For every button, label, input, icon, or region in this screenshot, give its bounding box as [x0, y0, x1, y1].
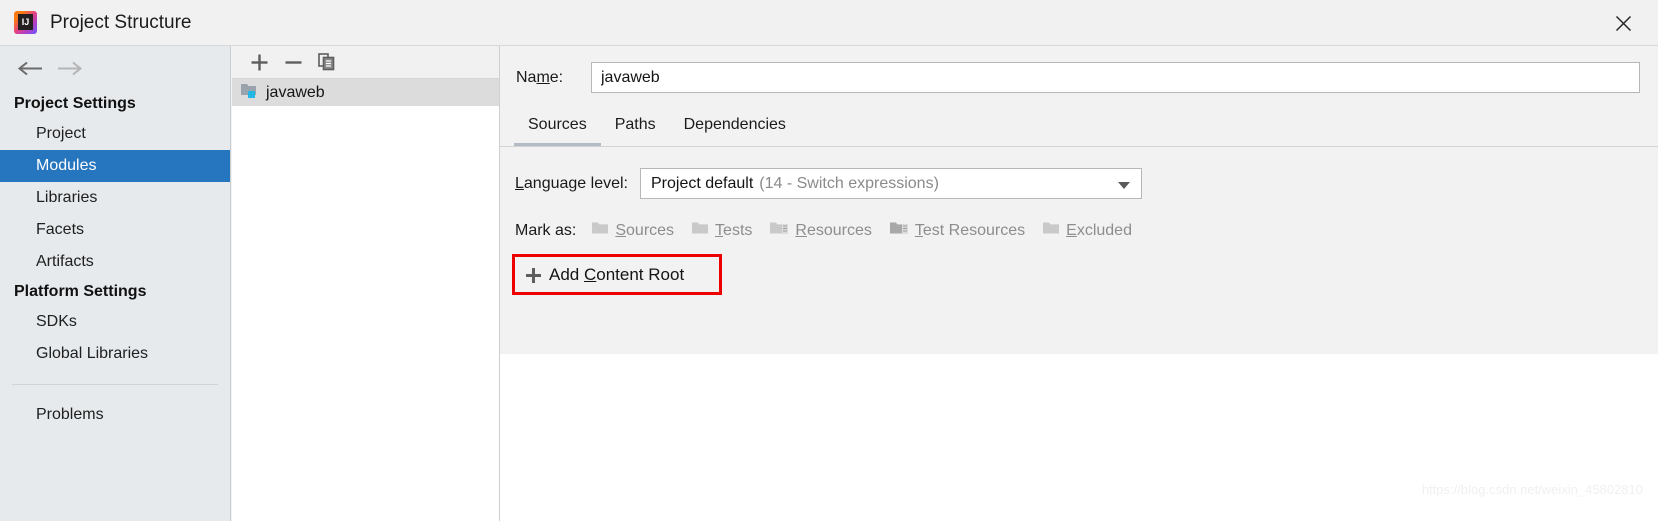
intellij-idea-logo-icon — [14, 11, 37, 34]
chevron-down-icon — [1118, 182, 1130, 189]
content-roots-empty-area: https://blog.csdn.net/weixin_45802810 — [500, 354, 1658, 521]
sidebar-item-global-libraries[interactable]: Global Libraries — [0, 338, 230, 370]
mark-as-resources-label: Resources — [795, 221, 872, 239]
forward-arrow-icon[interactable] — [50, 53, 90, 83]
folder-test-resources-icon — [889, 221, 909, 240]
sidebar-item-facets[interactable]: Facets — [0, 214, 230, 246]
tab-dependencies[interactable]: Dependencies — [670, 116, 800, 146]
add-content-root-button[interactable]: Add Content Root — [516, 258, 698, 292]
watermark-text: https://blog.csdn.net/weixin_45802810 — [1421, 482, 1643, 497]
mark-as-row: Mark as: Sources Tests Resources Test Re… — [500, 199, 1658, 240]
mark-as-test-resources-button[interactable]: Test Resources — [889, 221, 1026, 240]
module-name-input[interactable] — [591, 62, 1640, 93]
folder-tests-icon — [692, 221, 709, 240]
language-level-detail: (14 - Switch expressions) — [759, 174, 939, 192]
mark-as-test-resources-label: Test Resources — [914, 221, 1026, 239]
nav-arrows — [0, 46, 230, 90]
module-name-row: Name: — [500, 46, 1658, 93]
add-content-root-wrapper: Add Content Root — [512, 254, 722, 295]
sidebar-group-project-settings: Project Settings — [14, 95, 136, 112]
mark-as-tests-label: Tests — [715, 221, 753, 239]
module-list-item-javaweb[interactable]: javaweb — [232, 79, 499, 106]
folder-sources-icon — [592, 221, 609, 240]
language-level-row: Language level: Project default (14 - Sw… — [500, 147, 1658, 199]
module-detail-panel: Name: Sources Paths Dependencies Languag… — [499, 46, 1658, 521]
tab-sources[interactable]: Sources — [514, 116, 601, 146]
module-folder-icon — [241, 82, 259, 103]
sidebar-item-project[interactable]: Project — [0, 118, 230, 150]
sidebar-item-libraries[interactable]: Libraries — [0, 182, 230, 214]
module-tabs: Sources Paths Dependencies — [500, 110, 1658, 147]
mark-as-excluded-button[interactable]: Excluded — [1043, 221, 1132, 240]
sidebar-item-artifacts[interactable]: Artifacts — [0, 246, 230, 278]
mark-as-sources-button[interactable]: Sources — [592, 221, 674, 240]
remove-module-button[interactable] — [276, 48, 310, 76]
sidebar-item-modules[interactable]: Modules — [0, 150, 230, 182]
mark-as-sources-label: Sources — [615, 221, 675, 239]
plus-icon — [526, 267, 541, 283]
title-bar: Project Structure — [0, 0, 1658, 46]
folder-resources-icon — [770, 221, 789, 240]
mark-as-label: Mark as: — [515, 221, 577, 239]
sidebar-divider — [12, 384, 218, 385]
add-content-root-label: Add Content Root — [549, 265, 685, 284]
mark-as-excluded-label: Excluded — [1066, 221, 1132, 239]
add-module-button[interactable] — [242, 48, 276, 76]
sidebar-item-problems[interactable]: Problems — [0, 399, 230, 431]
modules-list-panel: javaweb — [232, 46, 499, 521]
module-name-label: Name: — [516, 68, 564, 86]
window-title: Project Structure — [50, 11, 192, 33]
sidebar-item-sdks[interactable]: SDKs — [0, 306, 230, 338]
folder-excluded-icon — [1043, 221, 1060, 240]
project-structure-dialog: Project Structure Project — [0, 0, 1658, 521]
mark-as-tests-button[interactable]: Tests — [692, 221, 752, 240]
close-icon[interactable] — [1606, 8, 1640, 38]
sidebar-group-platform-settings: Platform Settings — [14, 283, 147, 300]
modules-list-empty-area — [232, 106, 499, 521]
language-level-dropdown[interactable]: Project default (14 - Switch expressions… — [640, 168, 1142, 199]
module-list-item-label: javaweb — [266, 83, 325, 101]
language-level-label: Language level: — [515, 174, 628, 192]
tab-paths[interactable]: Paths — [601, 116, 670, 146]
language-level-value: Project default — [651, 174, 754, 192]
back-arrow-icon[interactable] — [10, 53, 50, 83]
copy-module-button[interactable] — [310, 48, 344, 76]
mark-as-resources-button[interactable]: Resources — [770, 221, 872, 240]
settings-sidebar: Project Settings Project Modules Librari… — [0, 46, 231, 521]
modules-toolbar — [232, 46, 499, 79]
